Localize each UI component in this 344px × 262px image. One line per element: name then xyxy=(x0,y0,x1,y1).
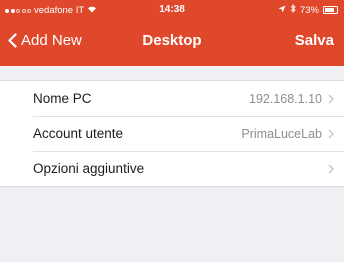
save-button[interactable]: Salva xyxy=(295,32,334,49)
bluetooth-icon xyxy=(290,3,296,16)
row-user-account[interactable]: Account utente PrimaLuceLab xyxy=(0,116,344,151)
status-bar: vedafone IT 14:38 73% xyxy=(0,0,344,20)
chevron-right-icon xyxy=(328,129,334,139)
app-screen: vedafone IT 14:38 73% Add New Desktop Sa… xyxy=(0,0,344,262)
battery-icon xyxy=(323,6,338,14)
row-label: Nome PC xyxy=(33,91,92,106)
chevron-right-icon xyxy=(328,164,334,174)
header: vedafone IT 14:38 73% Add New Desktop Sa… xyxy=(0,0,344,66)
location-arrow-icon xyxy=(278,5,286,16)
navigation-bar: Add New Desktop Salva xyxy=(0,20,344,66)
chevron-right-icon xyxy=(328,94,334,104)
status-right: 73% xyxy=(278,3,338,16)
row-value: PrimaLuceLab xyxy=(241,126,322,141)
row-label: Account utente xyxy=(33,126,124,141)
row-pc-name[interactable]: Nome PC 192.168.1.10 xyxy=(0,81,344,116)
settings-list: Nome PC 192.168.1.10 Account utente Prim… xyxy=(0,80,344,187)
page-title: Desktop xyxy=(142,32,202,49)
row-value: 192.168.1.10 xyxy=(249,91,322,106)
row-label: Opzioni aggiuntive xyxy=(33,161,145,176)
row-additional-options[interactable]: Opzioni aggiuntive xyxy=(0,151,344,186)
battery-percent: 73% xyxy=(299,4,319,16)
